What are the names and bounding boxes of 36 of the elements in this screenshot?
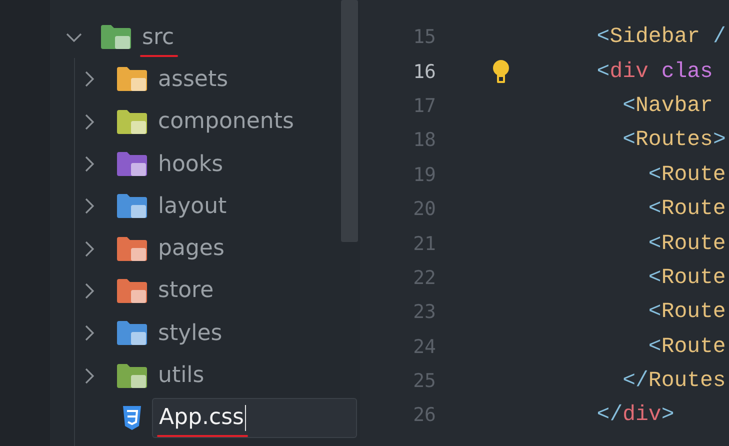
line-number: 26: [412, 404, 436, 426]
code-line: </Routes: [622, 369, 726, 394]
code-line: </div>: [596, 403, 674, 428]
line-number: 17: [412, 94, 436, 117]
line-number: 18: [412, 129, 436, 152]
folder-name[interactable]: assets: [158, 66, 228, 92]
input-field[interactable]: App.css: [152, 398, 357, 438]
code-line: <Routes>: [622, 128, 726, 152]
line-number: 21: [412, 232, 436, 255]
code-line: <Route: [647, 300, 726, 324]
line-number: 24: [412, 336, 436, 358]
folder-name[interactable]: hooks: [158, 152, 224, 177]
lightbulb-icon[interactable]: [492, 60, 510, 84]
line-number: 22: [412, 266, 436, 289]
code-line: <Route: [647, 232, 726, 256]
code-line: <Route: [647, 197, 726, 222]
folder-name[interactable]: utils: [158, 363, 204, 388]
code-line: <Route: [647, 266, 726, 290]
folder-name[interactable]: src: [142, 24, 174, 50]
line-number: 19: [412, 164, 436, 186]
text-cursor: [245, 404, 246, 431]
line-number: 25: [412, 370, 436, 392]
line-number: 15: [412, 26, 436, 48]
line-number: 20: [412, 198, 436, 220]
code-line: <Sidebar /: [596, 25, 726, 50]
code-line: <Route: [647, 162, 726, 187]
code-line: <Route: [647, 334, 726, 359]
folder-name[interactable]: components: [158, 109, 294, 134]
folder-name[interactable]: pages: [158, 236, 224, 262]
code-line: <div clas: [596, 60, 713, 84]
code-line: <Navbar: [622, 94, 713, 118]
line-number: 23: [412, 301, 436, 324]
folder-name[interactable]: store: [158, 278, 214, 304]
folder-name[interactable]: layout: [158, 194, 227, 219]
folder-name[interactable]: styles: [158, 320, 222, 346]
line-number: 16: [412, 60, 436, 83]
